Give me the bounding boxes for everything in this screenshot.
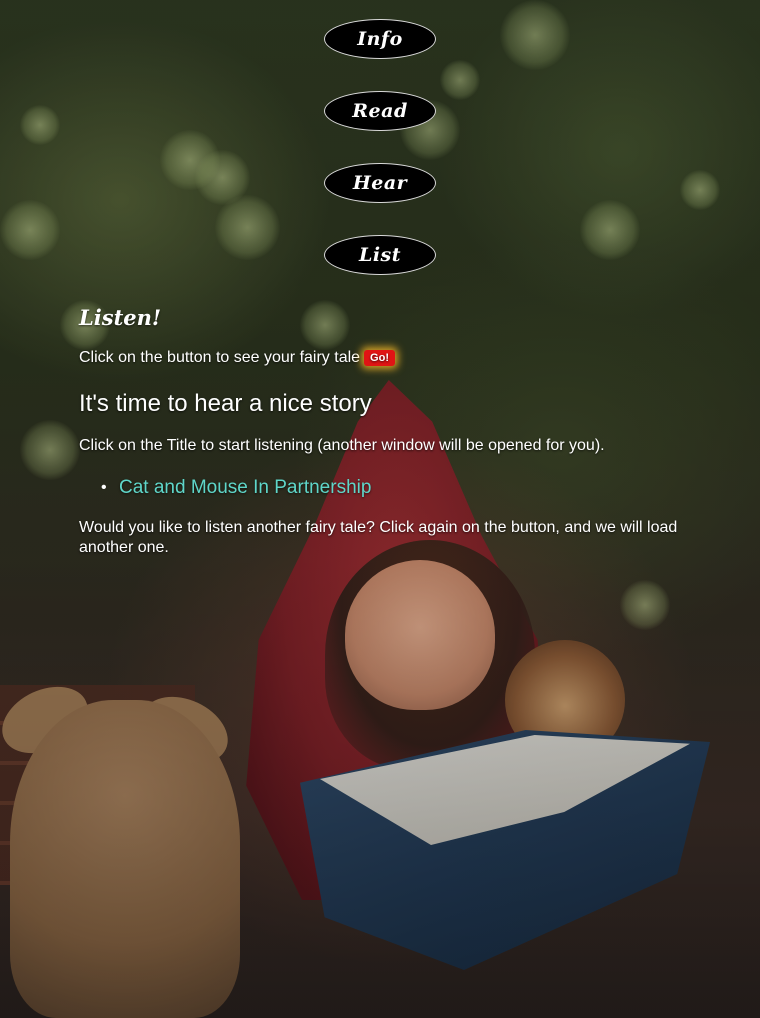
nav-read-button[interactable]: Read [324,91,436,131]
again-text: Would you like to listen another fairy t… [79,519,678,556]
go-button[interactable]: Go! [364,350,395,366]
story-list: • Cat and Mouse In Partnership [101,476,679,500]
story-heading: It's time to hear a nice story [79,390,372,417]
nav-list-button[interactable]: List [324,235,436,275]
nav-hear-button[interactable]: Hear [324,163,436,203]
main-nav: Info Read Hear List [324,19,436,307]
section-title: Listen! [79,305,162,330]
instruction-text: Click on the button to see your fairy ta… [79,349,361,366]
bullet-icon: • [101,479,107,496]
click-title-text: Click on the Title to start listening (a… [79,437,605,454]
instruction-line: Click on the button to see your fairy ta… [79,348,679,368]
list-item: • Cat and Mouse In Partnership [101,476,679,500]
listen-section: Listen! Click on the button to see your … [79,305,679,558]
nav-info-button[interactable]: Info [324,19,436,59]
story-title-link[interactable]: Cat and Mouse In Partnership [119,477,371,498]
